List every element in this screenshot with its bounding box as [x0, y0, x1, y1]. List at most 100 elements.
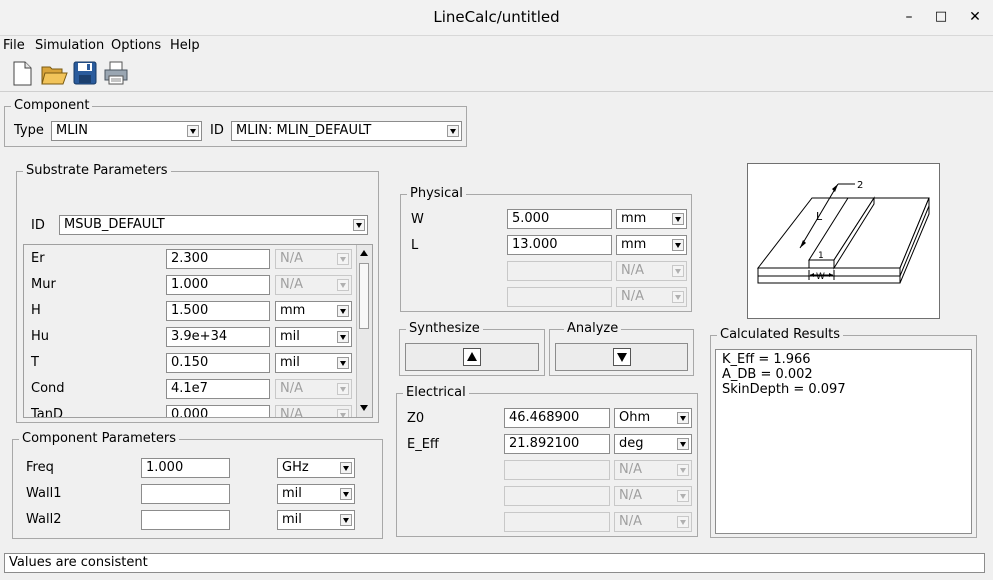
- chevron-down-icon: [187, 125, 199, 137]
- status-bar: Values are consistent: [4, 553, 985, 573]
- substrate-row-t: T 0.150 mil: [24, 353, 356, 373]
- close-button[interactable]: ✕: [966, 8, 984, 26]
- h-unit-select[interactable]: mm: [275, 301, 352, 321]
- substrate-scrollbar[interactable]: [356, 245, 372, 417]
- synthesize-button[interactable]: [405, 343, 539, 371]
- chevron-down-icon: [340, 462, 352, 474]
- diagram-label-l: L: [816, 210, 823, 223]
- unit-value: mil: [282, 486, 302, 501]
- z0-input[interactable]: 46.468900: [504, 408, 610, 428]
- z0-unit-select[interactable]: Ohm: [614, 408, 692, 428]
- scroll-down-icon[interactable]: [360, 405, 368, 411]
- wall2-unit-select[interactable]: mil: [277, 510, 355, 530]
- substrate-id-value: MSUB_DEFAULT: [64, 217, 165, 232]
- diagram-label-w: W: [816, 272, 825, 282]
- param-label: T: [31, 355, 39, 370]
- l-input[interactable]: 13.000: [507, 235, 612, 255]
- wall2-label: Wall2: [26, 512, 62, 527]
- param-label: Mur: [31, 277, 56, 292]
- unit-value: N/A: [619, 514, 642, 529]
- open-folder-icon[interactable]: [40, 59, 68, 87]
- component-group: Component Type MLIN ID MLIN: MLIN_DEFAUL…: [4, 98, 467, 147]
- tand-input[interactable]: 0.000: [166, 405, 270, 417]
- component-id-select[interactable]: MLIN: MLIN_DEFAULT: [231, 121, 462, 141]
- substrate-id-select[interactable]: MSUB_DEFAULT: [59, 215, 368, 235]
- physical-empty-input-2: [507, 287, 612, 307]
- substrate-id-label: ID: [31, 218, 45, 233]
- t-unit-select[interactable]: mil: [275, 353, 352, 373]
- unit-value: deg: [619, 436, 644, 451]
- arrow-up-icon: [463, 348, 481, 366]
- freq-unit-select[interactable]: GHz: [277, 458, 355, 478]
- freq-label: Freq: [26, 460, 54, 475]
- unit-value: Ohm: [619, 410, 651, 425]
- toolbar: [0, 57, 993, 92]
- unit-value: mil: [280, 329, 300, 344]
- hu-unit-select[interactable]: mil: [275, 327, 352, 347]
- chevron-down-icon: [672, 213, 684, 225]
- electrical-empty-unit-3: N/A: [614, 512, 692, 532]
- results-textarea[interactable]: K_Eff = 1.966 A_DB = 0.002 SkinDepth = 0…: [715, 349, 972, 534]
- arrow-down-icon: [612, 348, 631, 366]
- electrical-group: Electrical Z0 46.468900 Ohm E_Eff 21.892…: [396, 385, 698, 537]
- unit-value: N/A: [621, 289, 644, 304]
- substrate-rows: Er 2.300 N/A Mur 1.000 N/A H 1.500 mm Hu…: [24, 245, 356, 417]
- e-eff-input[interactable]: 21.892100: [504, 434, 610, 454]
- result-line: A_DB = 0.002: [722, 367, 813, 382]
- electrical-empty-unit-1: N/A: [614, 460, 692, 480]
- physical-group-title: Physical: [407, 186, 466, 201]
- new-file-icon[interactable]: [8, 59, 36, 87]
- cond-input[interactable]: 4.1e7: [166, 379, 270, 399]
- scrollbar-thumb[interactable]: [359, 263, 369, 329]
- freq-input[interactable]: 1.000: [141, 458, 230, 478]
- substrate-row-hu: Hu 3.9e+34 mil: [24, 327, 356, 347]
- electrical-empty-unit-2: N/A: [614, 486, 692, 506]
- substrate-row-cond: Cond 4.1e7 N/A: [24, 379, 356, 399]
- result-line: K_Eff = 1.966: [722, 352, 811, 367]
- microstrip-diagram: L W 1 2: [747, 163, 940, 319]
- minimize-button[interactable]: –: [900, 8, 918, 26]
- electrical-group-title: Electrical: [403, 385, 469, 400]
- e-eff-unit-select[interactable]: deg: [614, 434, 692, 454]
- unit-value: N/A: [280, 277, 303, 292]
- h-input[interactable]: 1.500: [166, 301, 270, 321]
- save-icon[interactable]: [71, 59, 99, 87]
- l-unit-select[interactable]: mm: [616, 235, 687, 255]
- diagram-label-1: 1: [818, 251, 824, 261]
- param-label: Cond: [31, 381, 65, 396]
- chevron-down-icon: [337, 279, 349, 291]
- chevron-down-icon: [337, 331, 349, 343]
- scroll-up-icon[interactable]: [360, 250, 368, 256]
- electrical-empty-input-3: [504, 512, 610, 532]
- maximize-button[interactable]: □: [932, 8, 950, 26]
- type-select[interactable]: MLIN: [51, 121, 202, 141]
- substrate-row-er: Er 2.300 N/A: [24, 249, 356, 269]
- menu-simulation[interactable]: Simulation: [35, 38, 104, 53]
- synthesize-title: Synthesize: [406, 321, 483, 336]
- wall1-input[interactable]: [141, 484, 230, 504]
- substrate-row-tand: TanD 0.000 N/A: [24, 405, 356, 417]
- chevron-down-icon: [672, 291, 684, 303]
- wall1-unit-select[interactable]: mil: [277, 484, 355, 504]
- menu-help[interactable]: Help: [170, 38, 200, 53]
- menu-options[interactable]: Options: [111, 38, 161, 53]
- menu-bar: File Simulation Options Help: [0, 36, 993, 56]
- chevron-down-icon: [340, 488, 352, 500]
- menu-file[interactable]: File: [3, 38, 25, 53]
- unit-value: mm: [280, 303, 306, 318]
- physical-empty-input-1: [507, 261, 612, 281]
- chevron-down-icon: [337, 357, 349, 369]
- t-input[interactable]: 0.150: [166, 353, 270, 373]
- print-icon[interactable]: [102, 59, 130, 87]
- w-input[interactable]: 5.000: [507, 209, 612, 229]
- component-parameters-group: Component Parameters Freq 1.000 GHz Wall…: [12, 431, 383, 539]
- hu-input[interactable]: 3.9e+34: [166, 327, 270, 347]
- substrate-scroll-area[interactable]: Er 2.300 N/A Mur 1.000 N/A H 1.500 mm Hu…: [23, 244, 373, 418]
- synthesize-group: Synthesize: [399, 321, 545, 376]
- w-unit-select[interactable]: mm: [616, 209, 687, 229]
- analyze-button[interactable]: [555, 343, 688, 371]
- wall2-input[interactable]: [141, 510, 230, 530]
- er-input[interactable]: 2.300: [166, 249, 270, 269]
- mur-input[interactable]: 1.000: [166, 275, 270, 295]
- chevron-down-icon: [337, 409, 349, 417]
